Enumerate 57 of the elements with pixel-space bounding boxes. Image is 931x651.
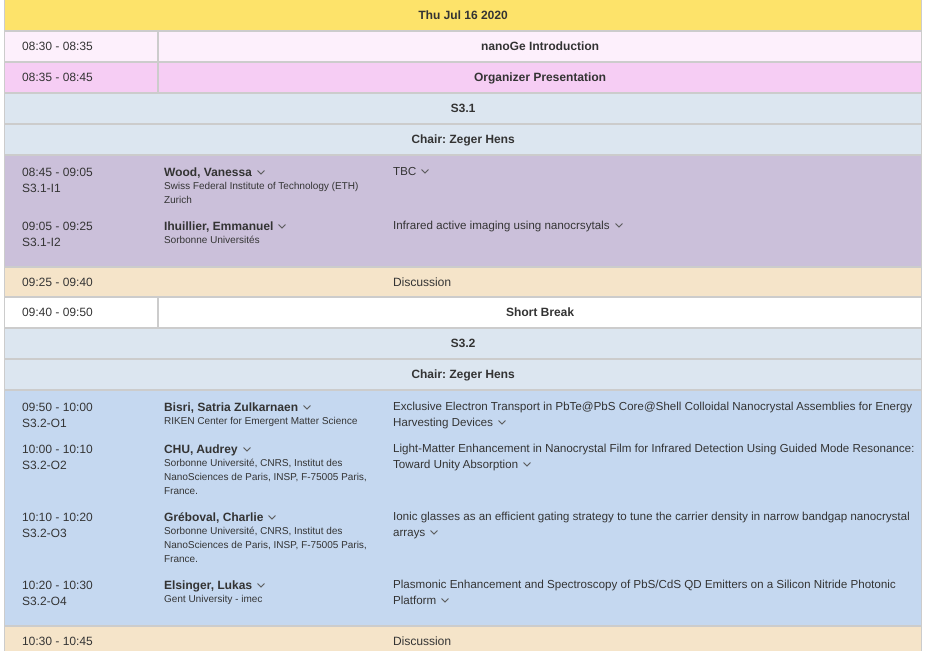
talk-code: S3.2-O3 (22, 525, 67, 541)
event-title: Organizer Presentation (472, 69, 608, 86)
speaker-name[interactable]: CHU, Audrey (164, 441, 251, 457)
talk-title[interactable]: TBC (393, 164, 921, 208)
talk-code: S3.2-O1 (22, 415, 67, 431)
affiliation: RIKEN Center for Emergent Matter Science (164, 415, 358, 429)
talk-code: S3.1-I1 (22, 180, 61, 196)
talk-title[interactable]: Plasmonic Enhancement and Spectroscopy of PbS/CdS QD Emitters on a Silicon Nitride Photonic Platform (393, 577, 921, 609)
section-heading: S3.2 (5, 329, 921, 360)
affiliation: Swiss Federal Institute of Technology (ETH) Zurich (164, 180, 360, 208)
talk-code: S3.1-I2 (22, 234, 61, 250)
affiliation: Sorbonne Université, CNRS, Institut des NanoSciences de Paris, INSP, F-75005 Paris, France. (164, 525, 368, 567)
chevron-down-icon[interactable] (278, 224, 286, 228)
chevron-down-icon[interactable] (268, 514, 276, 520)
time-range: 10:30 - 10:45 (21, 633, 94, 650)
chevron-down-icon[interactable] (614, 223, 623, 228)
chevron-down-icon[interactable] (242, 446, 251, 452)
section-heading: Chair: Zeger Hens (5, 125, 921, 156)
section-heading: Chair: Zeger Hens (5, 360, 921, 391)
time-range: 09:25 - 09:40 (21, 274, 94, 291)
time-range: 09:50 - 10:00 (22, 399, 93, 415)
chevron-down-icon[interactable] (256, 170, 265, 174)
date-header: Thu Jul 16 2020 (5, 0, 921, 32)
chevron-down-icon[interactable] (441, 598, 450, 604)
speaker-name[interactable]: Wood, Vanessa (164, 164, 265, 180)
time-range: 08:35 - 08:45 (5, 63, 159, 92)
time-range: 08:45 - 09:05 (22, 164, 93, 180)
chevron-down-icon[interactable] (421, 169, 430, 174)
speaker-name[interactable]: Elsinger, Lukas (164, 577, 266, 593)
speaker-name[interactable]: Gréboval, Charlie (164, 509, 276, 525)
chevron-down-icon[interactable] (430, 530, 438, 536)
chevron-down-icon[interactable] (498, 420, 506, 426)
event-title: nanoGe Introduction (480, 38, 600, 55)
chevron-down-icon[interactable] (303, 404, 312, 410)
affiliation: Gent University - imec (164, 593, 264, 607)
time-range: 10:20 - 10:30 (22, 577, 93, 593)
talk-title[interactable]: Light-Matter Enhancement in Nanocrystal Film for Infrared Detection Using Guided Mode Resonance: Toward Unity Absorption (393, 441, 921, 499)
affiliation: Sorbonne Université, CNRS, Institut des NanoSciences de Paris, INSP, F-75005 Paris, France. (164, 457, 368, 499)
talk-code: S3.2-O4 (22, 593, 67, 609)
discussion-label: Discussion (393, 274, 452, 291)
talk-title[interactable]: Infrared active imaging using nanocrsytals (393, 218, 921, 250)
affiliation: Sorbonne Universités (164, 234, 261, 248)
talk-code: S3.2-O2 (22, 457, 67, 473)
discussion-label: Discussion (393, 633, 452, 650)
time-range: 08:30 - 08:35 (5, 32, 159, 61)
speaker-name[interactable]: Bisri, Satria Zulkarnaen (164, 399, 312, 415)
time-range: 09:05 - 09:25 (22, 218, 93, 234)
chevron-down-icon[interactable] (257, 582, 266, 588)
time-range: 10:00 - 10:10 (22, 441, 93, 457)
event-title: Short Break (504, 304, 576, 321)
section-heading: S3.1 (5, 94, 921, 125)
talk-title[interactable]: Exclusive Electron Transport in PbTe@PbS Core@Shell Colloidal Nanocrystal Assemblies for Energy Harvesting Devices (393, 399, 921, 431)
chevron-down-icon[interactable] (523, 462, 532, 468)
time-range: 09:40 - 09:50 (5, 298, 159, 327)
talk-title[interactable]: Ionic glasses as an efficient gating strategy to tune the carrier density in narrow bandgap nanocrystal arrays (393, 509, 921, 567)
time-range: 10:10 - 10:20 (22, 509, 93, 525)
speaker-name[interactable]: Ihuillier, Emmanuel (164, 218, 286, 234)
